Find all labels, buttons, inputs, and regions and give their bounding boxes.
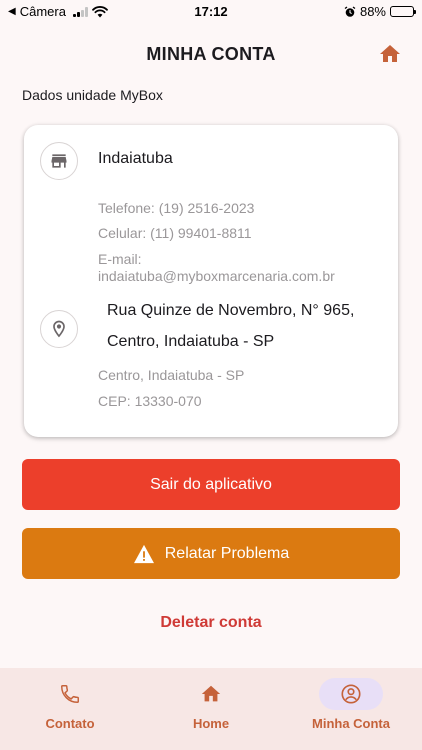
unit-name: Indaiatuba — [98, 150, 173, 167]
home-icon — [201, 685, 221, 702]
bottom-navigation: Contato Home Minha Conta — [0, 668, 422, 750]
header-home-button[interactable] — [378, 42, 402, 66]
nav-item-minha-conta[interactable]: Minha Conta — [281, 678, 421, 738]
nav-icon-wrap-contato — [38, 678, 102, 710]
account-circle-icon — [341, 684, 361, 704]
email-label: E-mail: — [98, 251, 142, 267]
alarm-icon — [344, 5, 356, 17]
store-icon — [51, 154, 67, 168]
page-title: MINHA CONTA — [146, 44, 276, 64]
nav-icon-wrap-minha-conta — [319, 678, 383, 710]
store-icon-circle — [40, 142, 78, 180]
phone-text: Telefone: (19) 2516-2023 — [98, 200, 255, 216]
home-icon — [380, 45, 400, 62]
email-text: indaiatuba@myboxmarcenaria.com.br — [98, 268, 335, 284]
nav-label-home: Home — [192, 716, 230, 731]
cep-text: CEP: 13330-070 — [98, 393, 202, 409]
warning-icon — [133, 544, 154, 563]
nav-item-contato[interactable]: Contato — [0, 678, 140, 738]
address-line-2: Centro, Indaiatuba - SP — [107, 333, 275, 350]
status-bar: ◀ Câmera 17:12 88% — [0, 0, 422, 22]
nav-icon-wrap-home — [179, 678, 243, 710]
report-problem-button[interactable]: Relatar Problema — [22, 528, 400, 579]
logout-button-label: Sair do aplicativo — [150, 475, 272, 493]
nav-item-home[interactable]: Home — [141, 678, 281, 738]
app-header: MINHA CONTA — [0, 36, 422, 72]
battery-icon — [390, 6, 416, 17]
district-text: Centro, Indaiatuba - SP — [98, 367, 245, 383]
nav-label-minha-conta: Minha Conta — [312, 716, 390, 731]
logout-button[interactable]: Sair do aplicativo — [22, 459, 400, 510]
phone-icon — [61, 685, 79, 703]
section-label: Dados unidade MyBox — [22, 87, 163, 103]
battery-percent: 88% — [359, 4, 386, 19]
report-problem-label: Relatar Problema — [164, 544, 290, 562]
delete-account-link[interactable]: Deletar conta — [0, 614, 422, 632]
mobile-text: Celular: (11) 99401-8811 — [98, 225, 252, 241]
address-line-1: Rua Quinze de Novembro, N° 965, — [107, 302, 355, 319]
location-pin-icon — [53, 320, 65, 338]
nav-label-contato: Contato — [45, 716, 95, 731]
location-icon-circle — [40, 310, 78, 348]
unit-info-card: Indaiatuba Telefone: (19) 2516-2023 Celu… — [24, 125, 398, 437]
status-right: 88% — [344, 4, 416, 19]
